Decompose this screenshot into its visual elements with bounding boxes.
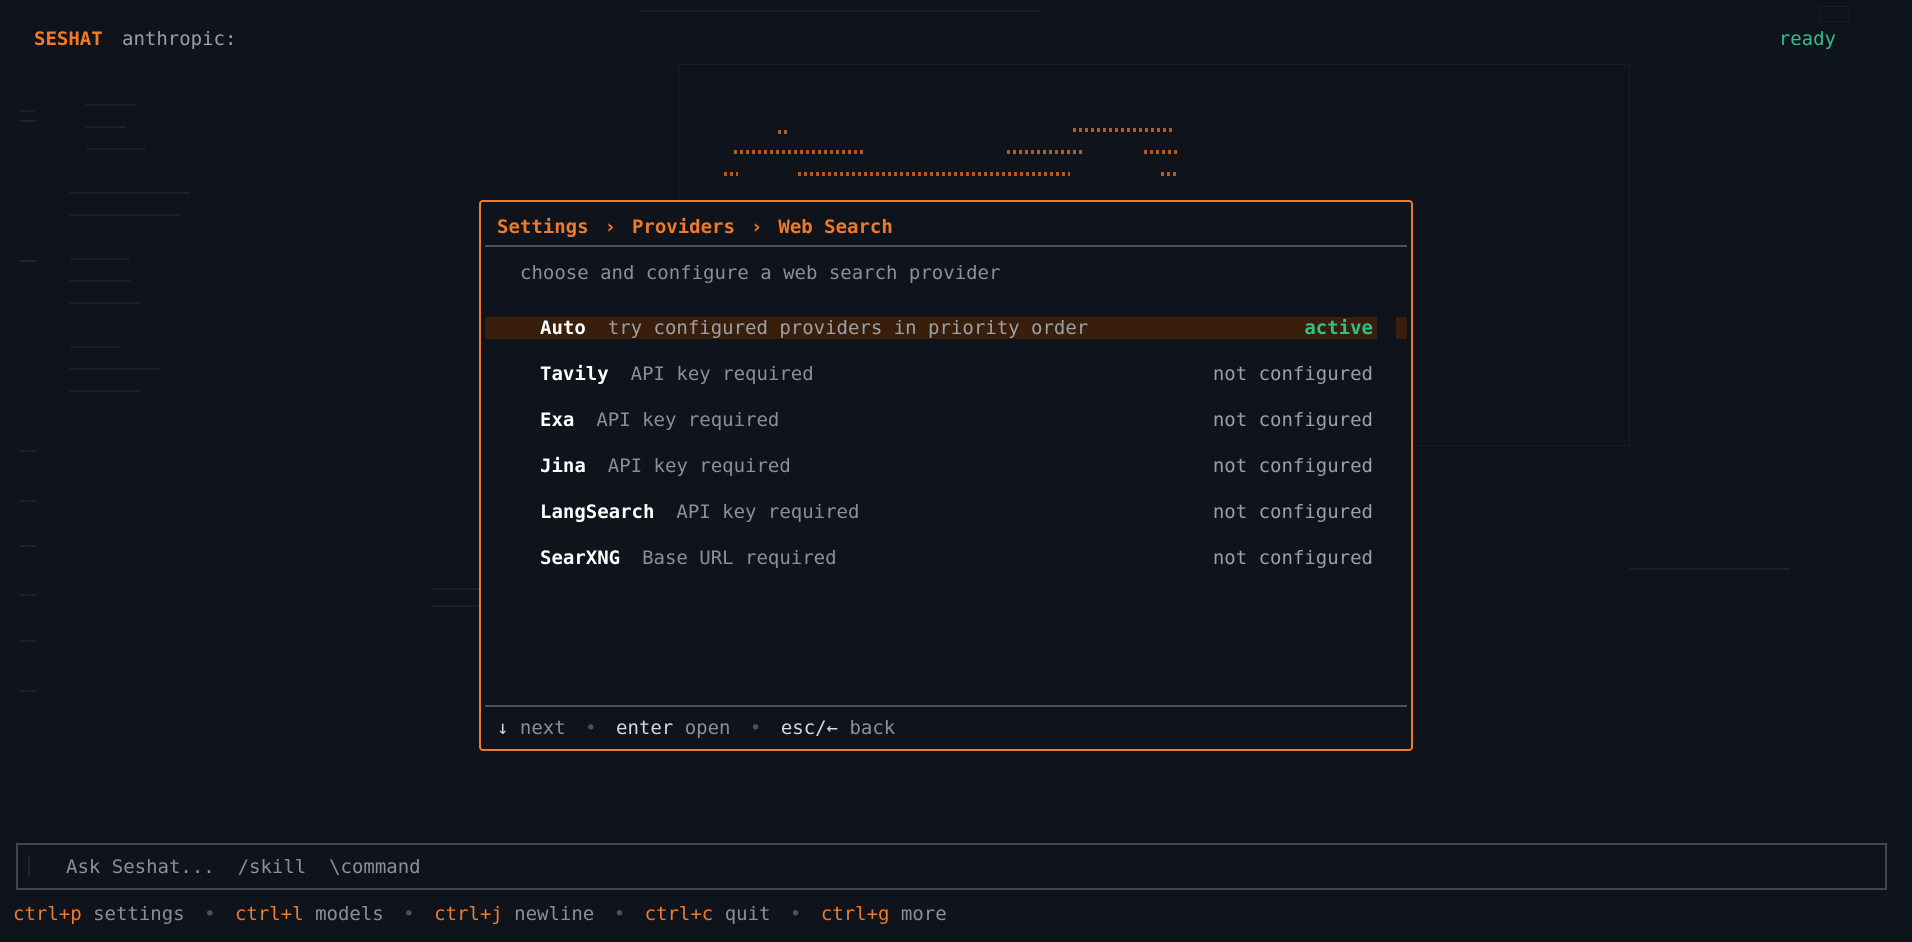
footer-divider (485, 705, 1407, 707)
hint-key: esc/← (780, 717, 839, 739)
input-gutter (28, 855, 30, 877)
provider-row-searxng[interactable]: SearXNG Base URL required not configured (485, 535, 1407, 581)
ascii-art-logo (720, 118, 1190, 190)
shortcut-separator: • (613, 903, 626, 925)
provider-status: active (1304, 317, 1373, 339)
provider-row-jina[interactable]: Jina API key required not configured (485, 443, 1407, 489)
shortcut-separator: • (789, 903, 802, 925)
shortcut-separator: • (204, 903, 216, 925)
provider-row-tavily[interactable]: Tavily API key required not configured (485, 351, 1407, 397)
hint-separator: • (749, 717, 762, 739)
shortcut-action: more (900, 903, 947, 925)
shortcut-action: settings (93, 903, 185, 925)
web-search-settings-dialog: Settings › Providers › Web Search choose… (479, 200, 1413, 751)
hint-key: ↓ (497, 717, 509, 739)
provider-status: not configured (1212, 455, 1373, 477)
provider-row-auto[interactable]: Auto try configured providers in priorit… (485, 305, 1407, 351)
breadcrumb-web-search: Web Search (778, 216, 893, 238)
shortcut-key: ctrl+l (234, 903, 304, 925)
hint-action: back (849, 717, 896, 739)
hint-action: next (519, 717, 566, 739)
dialog-keyboard-hints: ↓ next • enter open • esc/← back (497, 717, 895, 739)
provider-description: try configured providers in priority ord… (607, 317, 1089, 339)
provider-list: Auto try configured providers in priorit… (485, 305, 1407, 581)
breadcrumb-separator: › (604, 216, 616, 238)
shortcut-action: quit (724, 903, 771, 925)
dialog-subtitle: choose and configure a web search provid… (520, 262, 1001, 284)
provider-name: Exa (540, 409, 575, 431)
app-name: SESHAT (34, 28, 103, 50)
shortcut-separator: • (403, 903, 415, 925)
provider-row-exa[interactable]: Exa API key required not configured (485, 397, 1407, 443)
hint-separator: • (585, 717, 597, 739)
provider-name: Jina (540, 455, 586, 477)
breadcrumb: Settings › Providers › Web Search (497, 216, 893, 238)
shortcut-key: ctrl+j (434, 903, 503, 925)
provider-status: not configured (1212, 409, 1373, 431)
shortcut-bar: ctrl+p settings • ctrl+l models • ctrl+j… (13, 903, 947, 925)
provider-status: not configured (1212, 363, 1373, 385)
prompt-input-box[interactable] (16, 843, 1887, 890)
shortcut-key: ctrl+p (13, 903, 82, 925)
breadcrumb-providers[interactable]: Providers (632, 216, 735, 238)
provider-description: API key required (607, 455, 791, 477)
provider-name: Auto (540, 317, 586, 339)
prompt-input[interactable] (66, 845, 1846, 888)
active-provider-label: anthropic: (122, 28, 237, 50)
provider-name: Tavily (540, 363, 609, 385)
provider-name: LangSearch (540, 501, 655, 523)
status-indicator: ready (1778, 28, 1836, 50)
breadcrumb-separator: › (750, 216, 763, 238)
shortcut-action: newline (514, 903, 595, 925)
provider-row-langsearch[interactable]: LangSearch API key required not configur… (485, 489, 1407, 535)
provider-description: API key required (676, 501, 860, 523)
provider-status: not configured (1212, 501, 1373, 523)
header-divider (485, 245, 1407, 247)
provider-description: Base URL required (642, 547, 837, 569)
selection-marker (1396, 317, 1407, 339)
provider-description: API key required (596, 409, 780, 431)
hint-key: enter (616, 717, 674, 739)
shortcut-key: ctrl+c (644, 903, 714, 925)
provider-description: API key required (630, 363, 814, 385)
provider-name: SearXNG (540, 547, 621, 569)
hint-action: open (684, 717, 731, 739)
top-bar: SESHAT anthropic: ready (0, 0, 1912, 78)
breadcrumb-settings[interactable]: Settings (497, 216, 589, 238)
shortcut-action: models (315, 903, 384, 925)
provider-status: not configured (1212, 547, 1373, 569)
shortcut-key: ctrl+g (820, 903, 890, 925)
